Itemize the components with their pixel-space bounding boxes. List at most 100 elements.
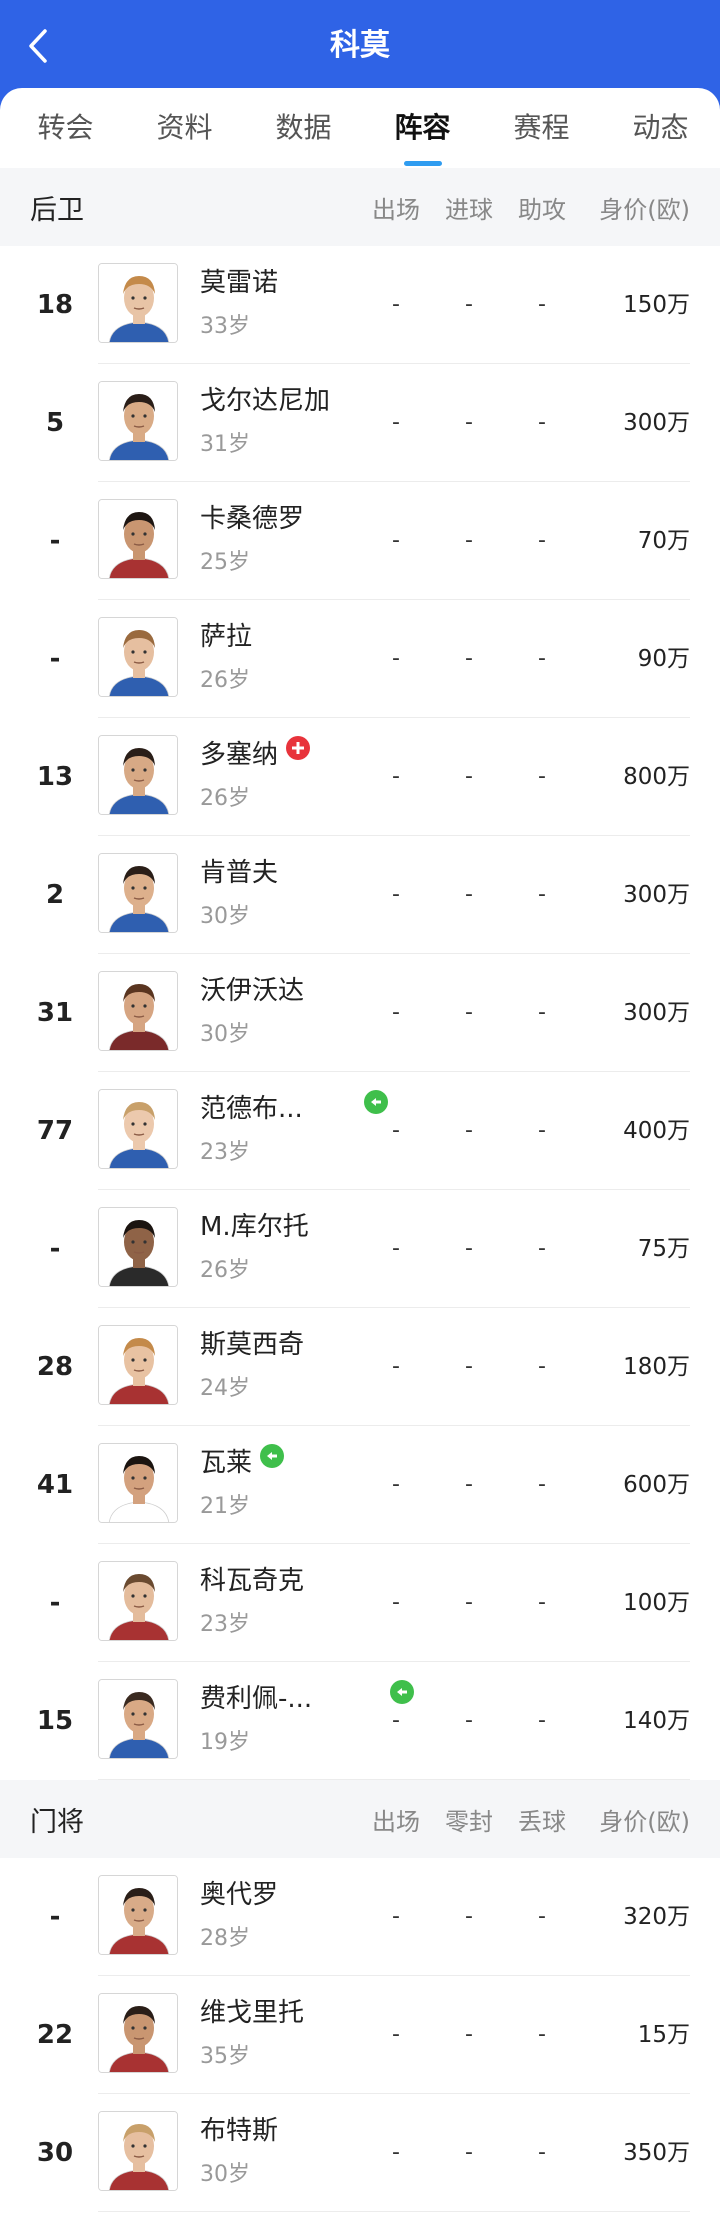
market-value: 300万 <box>623 410 690 436</box>
player-age: 30岁 <box>200 2162 250 2187</box>
stat-assists: - <box>538 410 546 435</box>
market-value: 180万 <box>623 1354 690 1380</box>
player-age: 23岁 <box>200 1612 250 1637</box>
market-value: 300万 <box>623 1000 690 1026</box>
stat-goals: - <box>465 764 473 789</box>
stat-goals: - <box>465 646 473 671</box>
market-value: 300万 <box>623 882 690 908</box>
player-avatar <box>98 1325 178 1405</box>
tab-bar: 转会 资料 数据 阵容 赛程 动态 <box>0 88 720 168</box>
player-avatar <box>98 1875 178 1955</box>
stat-assists: - <box>538 764 546 789</box>
player-avatar <box>98 617 178 697</box>
market-value: 800万 <box>623 764 690 790</box>
player-avatar <box>98 853 178 933</box>
player-row[interactable]: 13 多塞纳 26岁 - - - 800万 <box>0 718 720 836</box>
player-row[interactable]: 28 斯莫西奇 24岁 - - - 180万 <box>0 1308 720 1426</box>
section-title: 门将 <box>30 1806 84 1838</box>
player-row[interactable]: 77 范德布... 23岁 - - - 400万 <box>0 1072 720 1190</box>
player-age: 30岁 <box>200 1022 250 1047</box>
goalkeepers-list: - 奥代罗 28岁 - - -320万 22 维戈里托 35岁 - - -15万 30 布特斯 30岁 - - -… <box>0 1858 720 2212</box>
defenders-header: 后卫 出场 进球 助攻 身价(欧) <box>0 168 720 246</box>
page-title: 科莫 <box>330 28 390 63</box>
top-bar: 科莫 <box>0 0 720 92</box>
stat-apps: - <box>392 528 400 553</box>
market-value: 90万 <box>637 646 690 672</box>
transfer-in-icon <box>260 1444 284 1468</box>
player-row[interactable]: - 萨拉 26岁 - - - 90万 <box>0 600 720 718</box>
jersey-number: - <box>49 1588 61 1618</box>
player-row[interactable]: 22 维戈里托 35岁 - - - 15万 <box>0 1976 720 2094</box>
jersey-number: - <box>49 644 61 674</box>
player-age: 26岁 <box>200 786 250 811</box>
column-header: 身价(欧) <box>599 1807 690 1836</box>
player-row[interactable]: 18 莫雷诺 33岁 - - - 150万 <box>0 246 720 364</box>
player-name: 斯莫西奇 <box>200 1330 305 1360</box>
stat-goals: - <box>465 2022 473 2047</box>
defenders-list: 18 莫雷诺 33岁 - - -150万 5 戈尔达尼加 31岁 - - -300万 - 卡桑德罗 25岁 -… <box>0 246 720 1780</box>
player-age: 25岁 <box>200 550 250 575</box>
player-name: 沃伊沃达 <box>200 976 305 1006</box>
stat-goals: - <box>465 1472 473 1497</box>
player-row[interactable]: - 科瓦奇克 23岁 - - - 100万 <box>0 1544 720 1662</box>
tab-stats[interactable]: 数据 <box>244 88 363 168</box>
stat-assists: - <box>538 1708 546 1733</box>
player-row[interactable]: - M.库尔托 26岁 - - - 75万 <box>0 1190 720 1308</box>
stat-apps: - <box>392 1000 400 1025</box>
player-avatar <box>98 2111 178 2191</box>
stat-apps: - <box>392 1472 400 1497</box>
market-value: 15万 <box>637 2022 690 2048</box>
player-name: M.库尔托 <box>200 1212 309 1242</box>
tab-transfer[interactable]: 转会 <box>6 88 125 168</box>
player-row[interactable]: 30 布特斯 30岁 - - - 350万 <box>0 2094 720 2212</box>
stat-assists: - <box>538 882 546 907</box>
stat-goals: - <box>465 2140 473 2165</box>
player-name: 维戈里托 <box>200 1998 305 2028</box>
player-avatar <box>98 1443 178 1523</box>
jersey-number: 2 <box>45 880 65 910</box>
stat-goals: - <box>465 1354 473 1379</box>
player-avatar <box>98 1679 178 1759</box>
stat-assists: - <box>538 1236 546 1261</box>
jersey-number: - <box>49 526 61 556</box>
player-name: 多塞纳 <box>200 740 279 770</box>
player-row[interactable]: - 奥代罗 28岁 - - - 320万 <box>0 1858 720 1976</box>
player-avatar <box>98 735 178 815</box>
stat-assists: - <box>538 1472 546 1497</box>
tab-news[interactable]: 动态 <box>601 88 720 168</box>
player-row[interactable]: 2 肯普夫 30岁 - - - 300万 <box>0 836 720 954</box>
player-avatar <box>98 1561 178 1641</box>
player-age: 23岁 <box>200 1140 250 1165</box>
player-name: 肯普夫 <box>200 858 279 888</box>
player-age: 33岁 <box>200 314 250 339</box>
tab-profile[interactable]: 资料 <box>125 88 244 168</box>
jersey-number: 18 <box>36 290 74 320</box>
player-name: 戈尔达尼加 <box>200 386 331 416</box>
market-value: 150万 <box>623 292 690 318</box>
player-age: 26岁 <box>200 1258 250 1283</box>
tab-schedule[interactable]: 赛程 <box>482 88 601 168</box>
player-age: 19岁 <box>200 1730 250 1755</box>
player-row[interactable]: 41 瓦莱 21岁 - - - 600万 <box>0 1426 720 1544</box>
stat-assists: - <box>538 646 546 671</box>
stat-assists: - <box>538 1590 546 1615</box>
column-header: 出场 <box>372 195 420 224</box>
player-row[interactable]: 31 沃伊沃达 30岁 - - - 300万 <box>0 954 720 1072</box>
jersey-number: - <box>49 1902 61 1932</box>
jersey-number: 15 <box>36 1706 74 1736</box>
market-value: 350万 <box>623 2140 690 2166</box>
player-avatar <box>98 499 178 579</box>
market-value: 140万 <box>623 1708 690 1734</box>
player-avatar <box>98 381 178 461</box>
player-name: 费利佩-... <box>200 1684 313 1714</box>
tab-squad[interactable]: 阵容 <box>363 88 482 168</box>
column-header: 助攻 <box>518 195 566 224</box>
stat-apps: - <box>392 292 400 317</box>
player-row[interactable]: - 卡桑德罗 25岁 - - - 70万 <box>0 482 720 600</box>
player-row[interactable]: 15 费利佩-... 19岁 - - - 140万 <box>0 1662 720 1780</box>
player-row[interactable]: 5 戈尔达尼加 31岁 - - - 300万 <box>0 364 720 482</box>
player-age: 26岁 <box>200 668 250 693</box>
jersey-number: 5 <box>45 408 65 438</box>
stat-assists: - <box>538 1904 546 1929</box>
stat-apps: - <box>392 1354 400 1379</box>
